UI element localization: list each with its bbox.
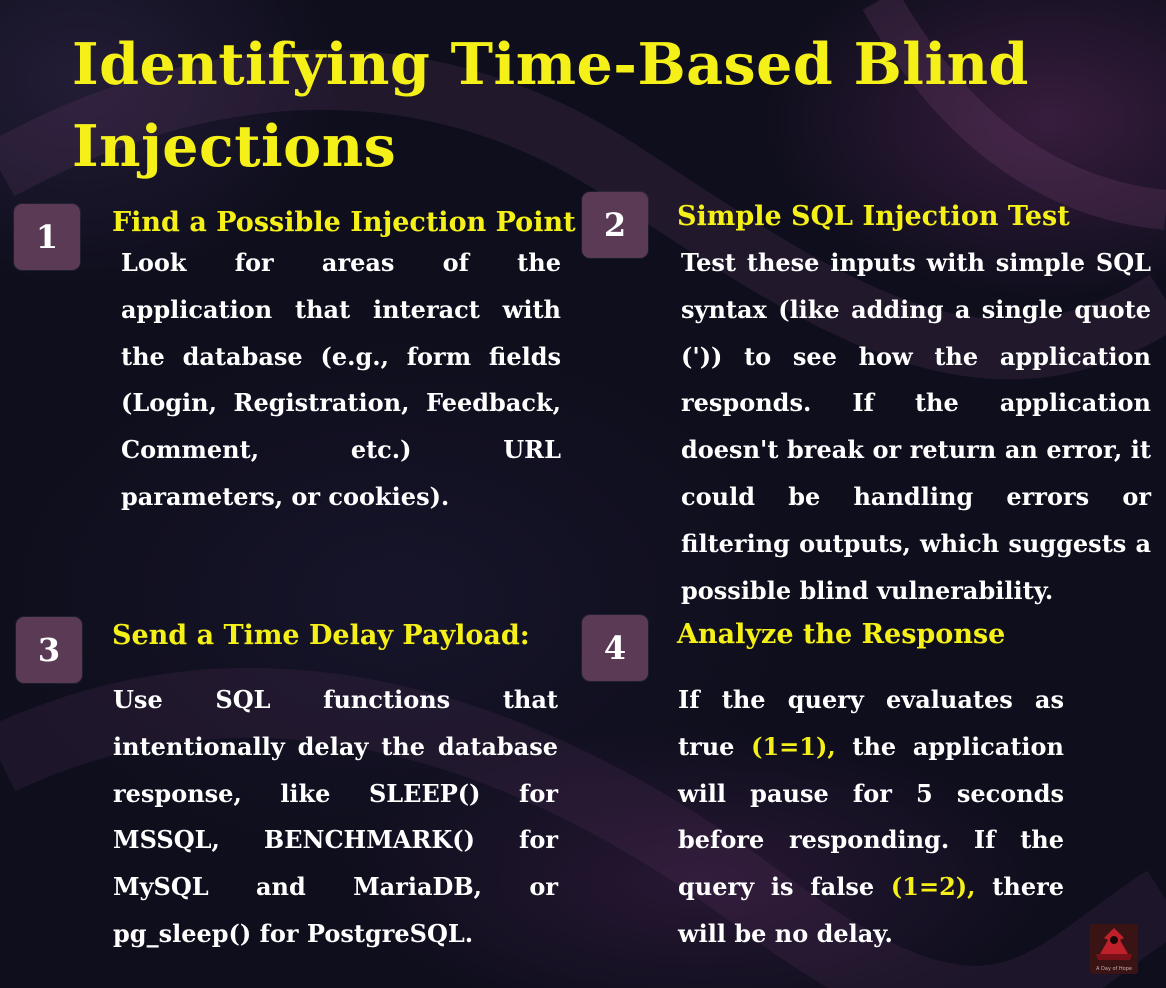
step-heading-1: Find a Possible Injection Point: [112, 207, 576, 238]
channel-logo: A Day of Hope: [1090, 924, 1138, 974]
step-heading-2: Simple SQL Injection Test: [677, 201, 1070, 232]
step-heading-3: Send a Time Delay Payload:: [112, 620, 530, 651]
condition-true-highlight: (1=1),: [751, 731, 836, 761]
condition-false-highlight: (1=2),: [890, 872, 976, 902]
step-body-1: Look for areas of the application that i…: [121, 248, 561, 511]
step-body-2: Test these inputs with simple SQL syntax…: [681, 248, 1151, 605]
page-title: Identifying Time-Based Blind Injections: [72, 31, 1029, 180]
step-number-4: 4: [582, 615, 648, 681]
logo-text: A Day of Hope: [1096, 966, 1132, 972]
step-number-3: 3: [16, 617, 82, 683]
step-body-4: If the query evaluates as true (1=1), th…: [678, 677, 1064, 958]
step-heading-4: Analyze the Response: [677, 619, 1006, 650]
step-number-2: 2: [582, 192, 648, 258]
step-number-1: 1: [14, 204, 80, 270]
hooded-figure-icon: [1096, 928, 1132, 960]
step-body-3: Use SQL functions that intentionally del…: [113, 685, 558, 948]
